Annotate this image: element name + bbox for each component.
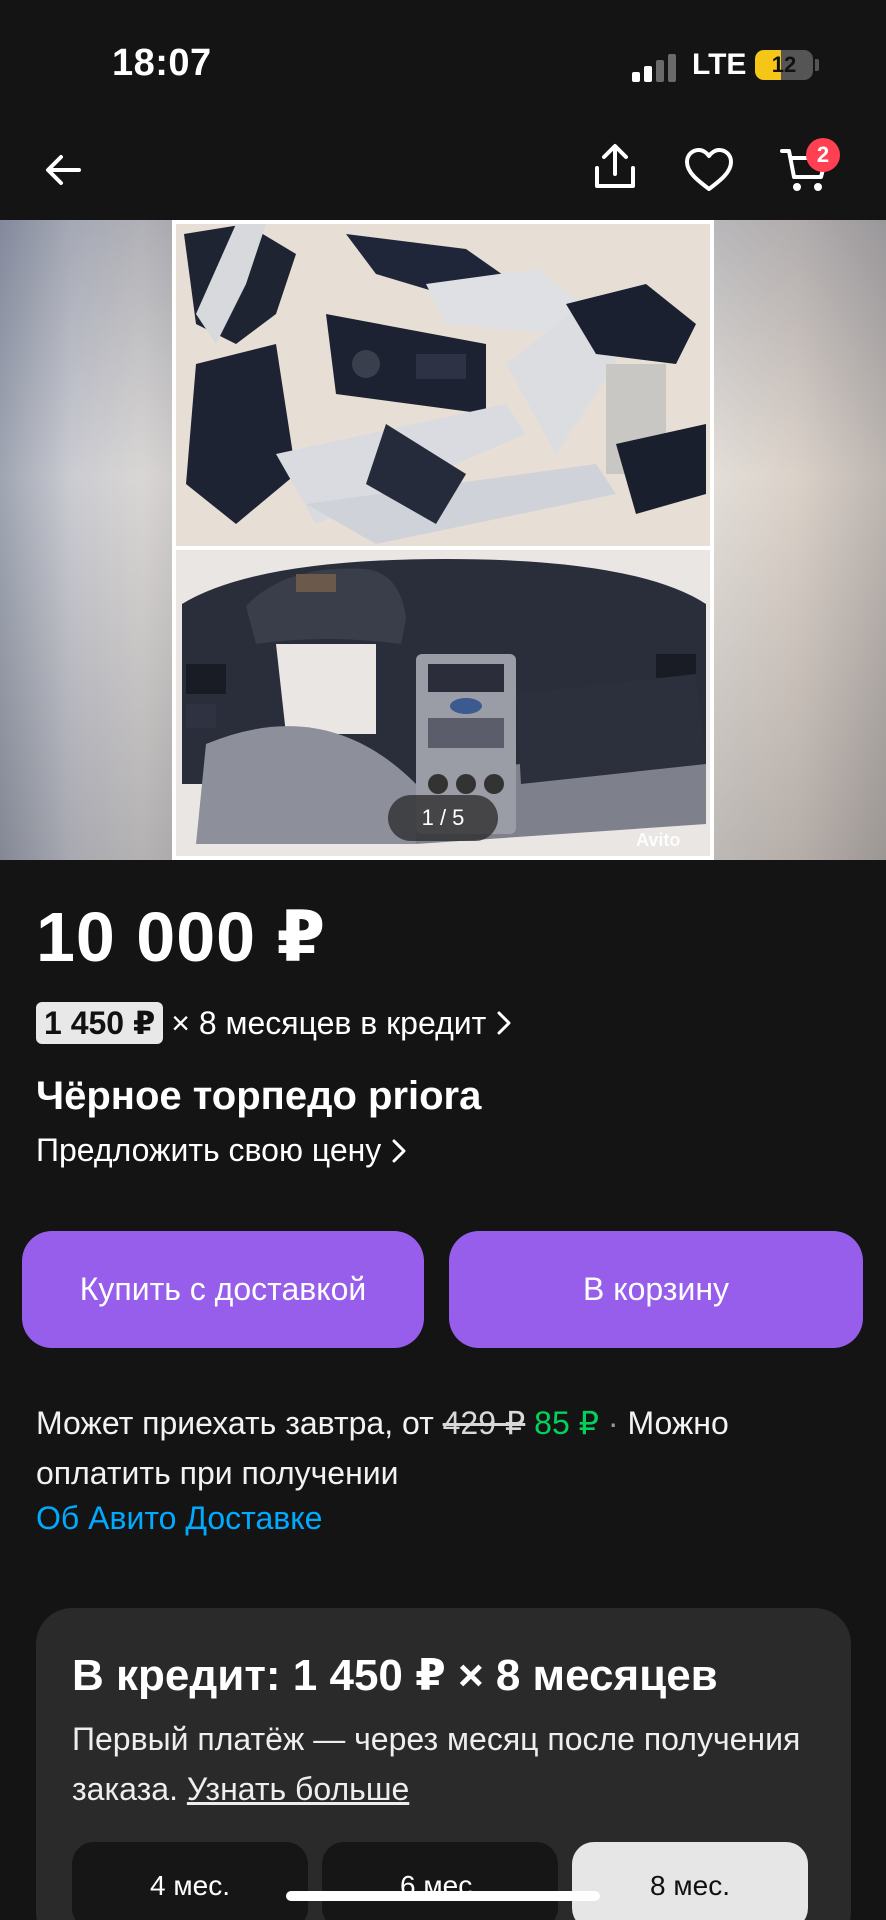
delivery-text: Может приехать завтра, от <box>36 1405 443 1441</box>
battery-icon: 12 <box>755 50 813 80</box>
share-button[interactable] <box>580 132 650 202</box>
delivery-separator: · <box>599 1405 628 1441</box>
credit-term-selector: 4 мес. 6 мес. 8 мес. <box>72 1842 808 1920</box>
credit-link[interactable]: 1 450 ₽ × 8 месяцев в кредит <box>36 1000 512 1046</box>
credit-card-title: В кредит: 1 450 ₽ × 8 месяцев <box>72 1651 718 1700</box>
photo-counter: 1 / 5 <box>388 795 498 841</box>
battery-cap <box>815 59 819 71</box>
price: 10 000 ₽ <box>36 898 327 976</box>
credit-card-text: Первый платёж — через месяц после получе… <box>72 1714 812 1814</box>
learn-more-link[interactable]: Узнать больше <box>187 1771 409 1807</box>
credit-amount: 1 450 ₽ <box>36 1002 164 1044</box>
delivery-new-price: 85 ₽ <box>534 1405 599 1441</box>
signal-icon <box>632 52 678 82</box>
avito-watermark: Avito <box>636 830 681 850</box>
credit-card: В кредит: 1 450 ₽ × 8 месяцев Первый пла… <box>36 1608 851 1920</box>
share-icon <box>595 144 635 188</box>
credit-text: × 8 месяцев в кредит <box>171 1004 487 1041</box>
chevron-right-icon <box>392 1139 406 1162</box>
arrow-left-icon <box>46 155 81 185</box>
buy-with-delivery-button[interactable]: Купить с доставкой <box>22 1231 424 1348</box>
term-option-6[interactable]: 6 мес. <box>322 1842 558 1920</box>
listing-photo[interactable] <box>172 220 714 860</box>
favorite-button[interactable] <box>674 135 744 205</box>
dashboard-parts-image <box>176 224 710 856</box>
network-type: LTE <box>692 48 747 81</box>
term-option-8[interactable]: 8 мес. <box>572 1842 808 1920</box>
offer-price-label: Предложить свою цену <box>36 1132 382 1168</box>
avito-delivery-link[interactable]: Об Авито Доставке <box>36 1500 322 1537</box>
add-to-cart-button[interactable]: В корзину <box>449 1231 863 1348</box>
offer-price-link[interactable]: Предложить свою цену <box>36 1132 407 1169</box>
status-bar: 18:07 LTE 12 <box>0 0 886 120</box>
cart-count-badge: 2 <box>806 138 840 172</box>
delivery-info: Может приехать завтра, от 429 ₽ 85 ₽ · М… <box>36 1398 836 1498</box>
top-nav <box>0 120 886 220</box>
term-option-4[interactable]: 4 мес. <box>72 1842 308 1920</box>
credit-card-description: Первый платёж — через месяц после получе… <box>72 1721 801 1807</box>
heart-icon <box>685 148 733 191</box>
battery-level: 12 <box>771 52 797 77</box>
status-time: 18:07 <box>112 42 212 84</box>
listing-title: Чёрное торпедо priora <box>36 1074 482 1118</box>
back-button[interactable] <box>28 135 98 205</box>
home-indicator[interactable] <box>286 1891 600 1901</box>
delivery-old-price: 429 ₽ <box>442 1405 526 1441</box>
chevron-right-icon <box>497 1011 511 1035</box>
photo-gallery[interactable] <box>0 220 886 860</box>
